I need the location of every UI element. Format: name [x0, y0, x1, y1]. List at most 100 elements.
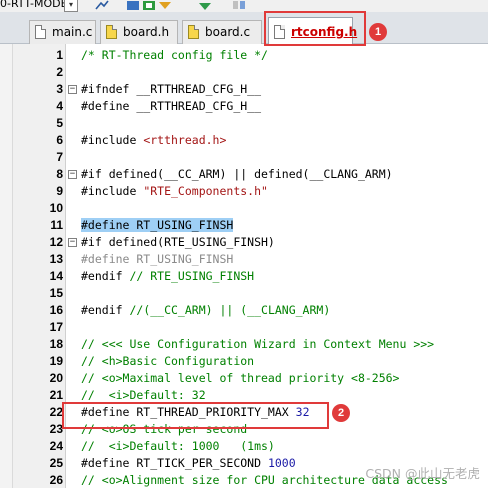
code-line[interactable]: 18 // <<< Use Configuration Wizard in Con…	[0, 336, 488, 353]
code-line[interactable]: 15	[0, 285, 488, 302]
code-text: #endif // RTE_USING_FINSH	[81, 268, 254, 285]
annotation-box-tab	[264, 11, 366, 46]
code-line[interactable]: 24 // <i>Default: 1000 (1ms)	[0, 438, 488, 455]
line-number: 20	[49, 371, 63, 385]
line-number: 6	[56, 133, 63, 147]
line-number: 14	[49, 269, 63, 283]
line-number: 1	[56, 48, 63, 62]
code-line[interactable]: 14 #endif // RTE_USING_FINSH	[0, 268, 488, 285]
code-line[interactable]: 10	[0, 200, 488, 217]
line-number: 15	[49, 286, 63, 300]
code-token: // <<< Use Configuration Wizard in Conte…	[81, 337, 435, 351]
code-token: #define RT_TICK_PER_SECOND	[81, 456, 268, 470]
settings-icon[interactable]	[94, 0, 110, 10]
options-icon[interactable]	[198, 0, 212, 10]
line-number: 5	[56, 116, 63, 130]
code-line[interactable]: 19 // <h>Basic Configuration	[0, 353, 488, 370]
code-line[interactable]: 20 // <o>Maximal level of thread priority…	[0, 370, 488, 387]
code-text: #define RT_TICK_PER_SECOND 1000	[81, 455, 296, 472]
tab-label: board.c	[205, 25, 251, 39]
code-text: #define RT_USING_FINSH	[81, 251, 233, 268]
code-token: #include	[81, 184, 144, 198]
build-icon[interactable]	[126, 0, 140, 10]
code-text: #if defined(RTE_USING_FINSH)	[81, 234, 275, 251]
code-line[interactable]: 1 /* RT-Thread config file */	[0, 47, 488, 64]
code-token: #define RT_USING_FINSH	[81, 218, 234, 232]
code-token: // <i>Default: 1000 (1ms)	[81, 439, 275, 453]
code-text: // <i>Default: 1000 (1ms)	[81, 438, 275, 455]
toolbar: 0-RTT-MODBU ▾	[0, 0, 488, 12]
code-token: #endif	[81, 303, 130, 317]
code-token: /* RT-Thread config file */	[81, 48, 268, 62]
code-line[interactable]: 2	[0, 64, 488, 81]
code-token: #if defined(RTE_USING_FINSH)	[81, 235, 275, 249]
target-dropdown-button[interactable]: ▾	[64, 0, 78, 12]
line-number: 3	[56, 82, 63, 96]
code-text: #ifndef __RTTHREAD_CFG_H__	[81, 81, 261, 98]
code-token: #if defined(__CC_ARM) || defined(__CLANG…	[81, 167, 393, 181]
fold-toggle-icon[interactable]: −	[68, 170, 77, 179]
code-token: "RTE_Components.h"	[143, 184, 268, 198]
code-line[interactable]: 12− #if defined(RTE_USING_FINSH)	[0, 234, 488, 251]
watermark: CSDN @此山无老虎	[365, 466, 480, 481]
c-file-icon	[35, 25, 46, 39]
code-text: #define RT_USING_FINSH	[81, 217, 234, 234]
code-token: #ifndef __RTTHREAD_CFG_H__	[81, 82, 262, 96]
tab-label: main.c	[52, 25, 93, 39]
code-token: // <i>Default: 32	[81, 388, 206, 402]
code-line[interactable]: 11 #define RT_USING_FINSH	[0, 217, 488, 234]
code-line[interactable]: 9 #include "RTE_Components.h"	[0, 183, 488, 200]
line-number: 24	[49, 439, 63, 453]
line-number: 23	[49, 422, 63, 436]
code-line[interactable]: 5	[0, 115, 488, 132]
code-token: #include	[81, 133, 144, 147]
manage-components-icon[interactable]	[232, 0, 246, 10]
header-file-icon	[106, 25, 117, 39]
download-icon[interactable]	[158, 0, 172, 10]
annotation-box-line	[62, 402, 329, 429]
code-token: // <o>Maximal level of thread priority <…	[81, 371, 400, 385]
line-number: 2	[56, 65, 63, 79]
fold-toggle-icon[interactable]: −	[68, 238, 77, 247]
code-token: 1000	[267, 456, 296, 470]
code-token: #define RT_USING_FINSH	[81, 252, 234, 266]
code-text: #endif //(__CC_ARM) || (__CLANG_ARM)	[81, 302, 330, 319]
line-number: 11	[50, 218, 63, 232]
editor-tab-bar: main.c board.h board.c rtconfig.h	[0, 12, 488, 45]
code-line[interactable]: 6 #include <rtthread.h>	[0, 132, 488, 149]
annotation-badge-1: 1	[369, 23, 387, 41]
code-line[interactable]: 17	[0, 319, 488, 336]
line-number: 18	[49, 337, 63, 351]
line-number: 22	[49, 405, 63, 419]
fold-toggle-icon[interactable]: −	[68, 85, 77, 94]
tab-board-h[interactable]: board.h	[100, 20, 178, 44]
line-number: 13	[49, 252, 63, 266]
code-line[interactable]: 4 #define __RTTHREAD_CFG_H__	[0, 98, 488, 115]
line-number: 10	[49, 201, 63, 215]
code-token: #define __RTTHREAD_CFG_H__	[81, 99, 262, 113]
tab-main-c[interactable]: main.c	[29, 20, 96, 44]
code-token: //(__CC_ARM) || (__CLANG_ARM)	[129, 303, 331, 317]
line-number: 26	[49, 473, 63, 487]
line-number: 16	[49, 303, 63, 317]
code-line[interactable]: 13 #define RT_USING_FINSH	[0, 251, 488, 268]
line-number: 25	[49, 456, 63, 470]
code-text: // <<< Use Configuration Wizard in Conte…	[81, 336, 434, 353]
code-text: // <o>Maximal level of thread priority <…	[81, 370, 400, 387]
tab-label: board.h	[123, 25, 170, 39]
code-text: #if defined(__CC_ARM) || defined(__CLANG…	[81, 166, 393, 183]
code-text: #include "RTE_Components.h"	[81, 183, 268, 200]
line-number: 19	[49, 354, 63, 368]
code-text: /* RT-Thread config file */	[81, 47, 268, 64]
code-line[interactable]: 8− #if defined(__CC_ARM) || defined(__CLA…	[0, 166, 488, 183]
code-text: // <h>Basic Configuration	[81, 353, 254, 370]
line-number: 21	[49, 388, 63, 402]
code-line[interactable]: 7	[0, 149, 488, 166]
rebuild-icon[interactable]	[142, 0, 156, 10]
code-token: // RTE_USING_FINSH	[129, 269, 255, 283]
code-text: #include <rtthread.h>	[81, 132, 226, 149]
code-line[interactable]: 16 #endif //(__CC_ARM) || (__CLANG_ARM)	[0, 302, 488, 319]
line-number: 12	[49, 235, 63, 249]
code-line[interactable]: 3− #ifndef __RTTHREAD_CFG_H__	[0, 81, 488, 98]
tab-board-c[interactable]: board.c	[182, 20, 262, 44]
